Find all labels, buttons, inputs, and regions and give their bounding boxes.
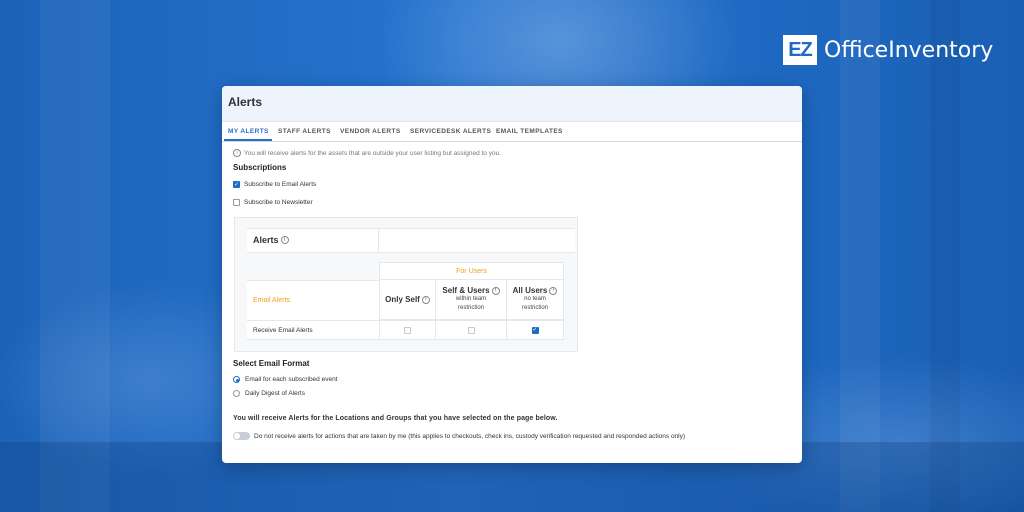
email-format-option-each-event[interactable]: Email for each subscribed event — [233, 376, 338, 383]
self-and-users-checkbox[interactable] — [467, 326, 475, 334]
info-text: You will receive alerts for the assets t… — [244, 149, 502, 157]
column-self-and-users-label: Self & Users i — [442, 286, 500, 295]
header-divider — [378, 229, 379, 252]
only-self-checkbox[interactable] — [404, 326, 411, 334]
info-circle-icon[interactable]: i — [491, 286, 500, 295]
subscriptions-title: Subscriptions — [233, 163, 287, 172]
tab-staff-alerts[interactable]: STAFF ALERTS — [278, 128, 331, 135]
logo-mark: EZ — [783, 35, 817, 65]
self-actions-toggle-label: Do not receive alerts for actions that a… — [254, 432, 686, 440]
alerts-settings-card: Alerts MY ALERTS STAFF ALERTS VENDOR ALE… — [222, 86, 802, 463]
column-all-users: All Users i no team restriction — [506, 280, 564, 320]
column-only-self-text: Only Self — [385, 295, 420, 304]
background-window-stripe — [840, 0, 880, 512]
cell-self-and-users — [435, 320, 507, 340]
background-window-stripe — [930, 0, 960, 512]
column-self-and-users-text: Self & Users — [442, 286, 490, 295]
tab-vendor-alerts[interactable]: VENDOR ALERTS — [340, 128, 401, 135]
page-title: Alerts — [228, 95, 263, 109]
subscribe-email-alerts-label: Subscribe to Email Alerts — [244, 181, 317, 188]
email-each-event-label: Email for each subscribed event — [245, 376, 338, 383]
column-all-users-label: All Users i — [513, 286, 558, 295]
info-circle-icon[interactable]: i — [549, 286, 558, 295]
logo-text: OfficeInventory — [824, 37, 994, 63]
card-header: Alerts — [222, 86, 802, 122]
alerts-table: Alerts i For Users Email Alerts Only Sel… — [234, 217, 578, 352]
tab-bar: MY ALERTS STAFF ALERTS VENDOR ALERTS SER… — [222, 122, 802, 142]
subscribe-newsletter-checkbox[interactable] — [233, 199, 240, 206]
column-self-and-users-subtext: within team restriction — [455, 296, 487, 311]
alerts-table-title-text: Alerts — [253, 235, 279, 245]
tab-email-templates[interactable]: EMAIL TEMPLATES — [496, 128, 563, 135]
info-circle-icon: i — [233, 149, 241, 157]
column-all-users-text: All Users — [512, 286, 548, 295]
locations-groups-notice: You will receive Alerts for the Location… — [233, 415, 558, 422]
info-circle-icon[interactable]: i — [280, 236, 289, 244]
tab-servicedesk-alerts[interactable]: SERVICEDESK ALERTS — [410, 128, 491, 135]
email-format-title: Select Email Format — [233, 359, 310, 368]
info-circle-icon[interactable]: i — [421, 295, 430, 304]
subscribe-newsletter-label: Subscribe to Newsletter — [244, 199, 313, 206]
alerts-table-header: Alerts i — [247, 228, 575, 253]
subscribe-email-alerts-row[interactable]: ✓ Subscribe to Email Alerts — [233, 181, 316, 188]
daily-digest-label: Daily Digest of Alerts — [245, 390, 305, 397]
for-users-group-header: For Users — [379, 262, 564, 280]
column-only-self-label: Only Self i — [385, 295, 430, 304]
background-window-stripe — [40, 0, 110, 512]
receive-email-alerts-label: Receive Email Alerts — [247, 320, 379, 340]
tab-my-alerts[interactable]: MY ALERTS — [228, 128, 269, 135]
column-self-and-users: Self & Users i within team restriction — [435, 280, 507, 320]
column-only-self: Only Self i — [379, 280, 436, 320]
column-all-users-subtext: no team restriction — [521, 296, 548, 311]
active-tab-indicator — [224, 139, 272, 141]
alerts-table-title: Alerts i — [253, 235, 289, 245]
cell-only-self — [379, 320, 436, 340]
subscribe-newsletter-row[interactable]: Subscribe to Newsletter — [233, 199, 313, 206]
subscribe-email-alerts-checkbox[interactable]: ✓ — [233, 181, 240, 188]
brand-logo: EZ OfficeInventory — [783, 35, 993, 65]
email-format-option-daily-digest[interactable]: Daily Digest of Alerts — [233, 390, 305, 397]
cell-all-users: ✓ — [506, 320, 564, 340]
daily-digest-radio[interactable] — [233, 390, 240, 397]
email-each-event-radio[interactable] — [233, 376, 240, 383]
info-message: i You will receive alerts for the assets… — [233, 149, 501, 157]
all-users-checkbox[interactable]: ✓ — [531, 326, 539, 334]
self-actions-toggle-row[interactable]: Do not receive alerts for actions that a… — [233, 432, 685, 440]
email-alerts-row-header: Email Alerts — [247, 280, 379, 320]
self-actions-toggle[interactable] — [233, 432, 250, 440]
